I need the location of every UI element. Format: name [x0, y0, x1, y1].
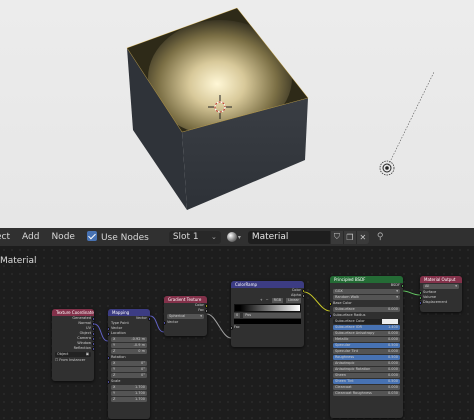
node-texture-coordinate[interactable]: Texture Coordinate Generated Normal UV O…: [52, 309, 94, 381]
slot-label: Slot 1: [172, 232, 199, 242]
material-name-field[interactable]: Material: [247, 230, 330, 244]
duplicate-material-icon[interactable]: ❐: [342, 230, 356, 244]
input-subsurface-color[interactable]: Subsurface Color: [333, 319, 400, 324]
location-x[interactable]: X -0.92 m: [111, 337, 147, 342]
location-label: Location: [108, 331, 150, 336]
stop-position[interactable]: Pos: [243, 313, 301, 318]
node-header[interactable]: Material Output: [420, 276, 462, 283]
remove-stop-button[interactable]: −: [266, 298, 269, 303]
light-icon: [379, 160, 395, 176]
node-mapping[interactable]: Mapping Vector Type Point Vector Locatio…: [108, 309, 150, 419]
gradient-type-dropdown[interactable]: Spherical ▾: [167, 314, 204, 319]
socket-reflection: Reflection: [52, 346, 94, 351]
socket-bsdf-out: BSDF: [330, 283, 403, 288]
fake-user-shield-icon[interactable]: ⛉: [329, 230, 343, 244]
3d-viewport[interactable]: [0, 0, 474, 228]
chevron-down-icon: ▾: [237, 233, 241, 241]
stop-fields[interactable]: 0 Pos: [231, 313, 304, 318]
material-sphere-icon: [226, 232, 237, 242]
input-sheen-tint[interactable]: Sheen Tint 0.500: [333, 379, 400, 384]
checkbox-icon[interactable]: [86, 231, 97, 241]
scale-label: Scale: [108, 379, 150, 384]
input-subsurface-ior[interactable]: Subsurface IOR 1.400: [333, 325, 400, 330]
color-mode-dropdown[interactable]: RGB: [271, 298, 284, 303]
input-anisotropic-rotation[interactable]: Anisotropic Rotation 0.000: [333, 367, 400, 372]
stop-index[interactable]: 0: [234, 313, 241, 318]
scene-render: [126, 7, 435, 210]
unlink-close-icon[interactable]: ✕: [355, 230, 369, 244]
node-gradient-texture[interactable]: Gradient Texture Color Fac Spherical ▾ Ve…: [164, 296, 207, 336]
rotation-x[interactable]: X 0°: [111, 361, 147, 366]
menu-add[interactable]: Add: [16, 232, 45, 242]
subsurface-method-dropdown[interactable]: Random Walk ▾: [333, 295, 400, 300]
interpolation-dropdown[interactable]: Linear: [286, 298, 301, 303]
use-nodes-label: Use Nodes: [100, 233, 149, 243]
menu-select[interactable]: ect: [0, 232, 16, 242]
scale-x[interactable]: X 1.700: [111, 385, 147, 390]
input-displacement: Displacement: [420, 300, 462, 305]
location-y[interactable]: Y -0.9 m: [111, 343, 147, 348]
node-header[interactable]: Mapping: [108, 309, 150, 316]
input-base-color: Base Color: [330, 301, 403, 306]
scale-y[interactable]: Y 1.700: [111, 391, 147, 396]
input-specular-tint[interactable]: Specular Tint 0.000: [333, 349, 400, 354]
object-field[interactable]: Object ▣: [55, 352, 91, 357]
menu-node[interactable]: Node: [45, 232, 81, 242]
input-subsurface-anisotropy[interactable]: Subsurface Anisotropy 0.000: [333, 331, 400, 336]
input-clearcoat[interactable]: Clearcoat 0.000: [333, 385, 400, 390]
node-header[interactable]: ColorRamp: [231, 281, 304, 288]
input-specular[interactable]: Specular 0.500: [333, 343, 400, 348]
node-header[interactable]: Gradient Texture: [164, 296, 207, 303]
stop-color-swatch[interactable]: [234, 319, 301, 324]
from-instancer-checkbox[interactable]: ☐ From Instancer: [52, 358, 94, 363]
pin-icon[interactable]: ⚲: [377, 232, 384, 242]
color-ramp-gradient[interactable]: [234, 304, 301, 312]
socket-fac-out: Fac: [164, 308, 207, 313]
output-target-dropdown[interactable]: All ▾: [423, 284, 459, 289]
node-editor-header: ect Add Node Use Nodes Slot 1 ⌄ ▾ Materia…: [0, 228, 474, 246]
node-editor-canvas[interactable]: Material Texture Coordinate Generated No…: [0, 246, 474, 420]
node-header[interactable]: Principled BSDF: [330, 276, 403, 283]
input-metallic[interactable]: Metallic 0.000: [333, 337, 400, 342]
node-material-output[interactable]: Material Output All ▾ Surface Volume Disp…: [420, 276, 462, 312]
location-z[interactable]: Z0 m: [111, 349, 147, 354]
input-anisotropic[interactable]: Anisotropic 0.000: [333, 361, 400, 366]
rotation-label: Rotation: [108, 355, 150, 360]
material-browse-button[interactable]: ▾: [226, 231, 245, 244]
input-clearcoat-roughness[interactable]: Clearcoat Roughness 0.030: [333, 391, 400, 396]
rotation-y[interactable]: Y 0°: [111, 367, 147, 372]
add-stop-button[interactable]: +: [260, 298, 263, 303]
node-header[interactable]: Texture Coordinate: [52, 309, 94, 316]
socket-fac-in: Fac: [231, 325, 304, 330]
input-sheen[interactable]: Sheen 0.000: [333, 373, 400, 378]
rotation-z[interactable]: Z 0°: [111, 373, 147, 378]
input-subsurface-radius: Subsurface Radius: [330, 313, 403, 318]
chevron-down-icon: ⌄: [210, 233, 217, 241]
use-nodes-toggle[interactable]: Use Nodes: [81, 231, 155, 243]
input-roughness[interactable]: Roughness 0.500: [333, 355, 400, 360]
slot-dropdown[interactable]: Slot 1 ⌄: [168, 230, 221, 244]
node-colorramp[interactable]: ColorRamp Color Alpha + − RGB Linear 0 Po…: [231, 281, 304, 347]
node-principled-bsdf[interactable]: Principled BSDF BSDF GGX ▾ Random Walk ▾ B…: [330, 276, 403, 418]
socket-vector-in: Vector: [164, 320, 207, 325]
input-subsurface[interactable]: Subsurface 0.000: [333, 307, 400, 312]
ramp-controls[interactable]: + − RGB Linear: [231, 298, 304, 303]
distribution-dropdown[interactable]: GGX ▾: [333, 289, 400, 294]
scale-z[interactable]: Z 1.700: [111, 397, 147, 402]
